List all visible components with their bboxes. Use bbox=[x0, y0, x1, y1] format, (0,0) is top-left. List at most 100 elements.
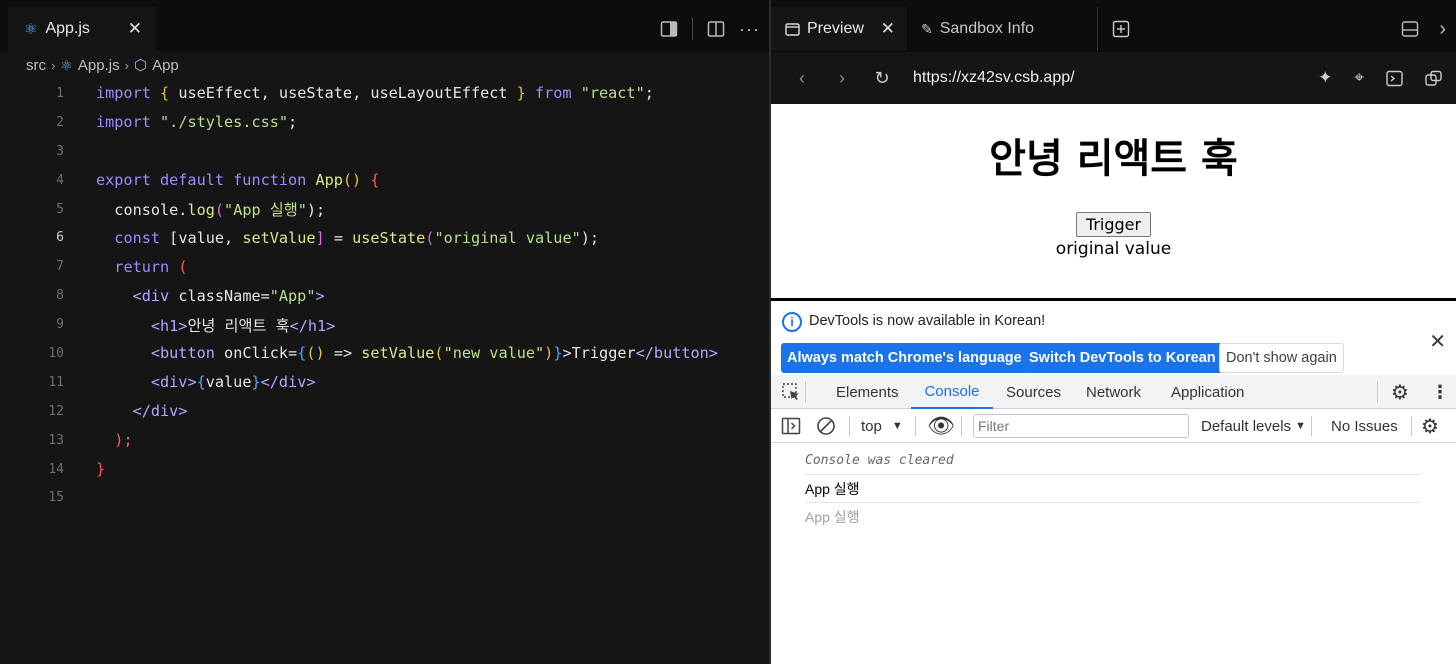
code-line: 6 const [value, setValue] = useState("or… bbox=[0, 223, 770, 252]
token: () bbox=[342, 171, 362, 190]
gear-icon[interactable]: ⚙ bbox=[1391, 375, 1409, 409]
clear-console-icon[interactable] bbox=[816, 409, 836, 443]
token: ] bbox=[315, 228, 325, 247]
console-message: Console was cleared bbox=[805, 447, 1420, 475]
token: className= bbox=[178, 286, 270, 305]
code-area[interactable]: 1 import { useEffect, useState, useLayout… bbox=[0, 79, 770, 512]
token: onClick= bbox=[224, 344, 298, 363]
breadcrumb-src[interactable]: src bbox=[26, 57, 46, 74]
divider bbox=[915, 416, 916, 436]
browser-window-icon bbox=[785, 22, 800, 36]
levels-dropdown[interactable]: Default levels ▼ bbox=[1201, 409, 1306, 443]
close-icon[interactable]: ✕ bbox=[881, 19, 895, 39]
react-icon: ⚛ bbox=[24, 21, 38, 38]
code-editor: ⚛ App.js ✕ ··· src › ⚛ App.js › ⬡ App 1 i… bbox=[0, 0, 770, 664]
token: } bbox=[96, 460, 106, 479]
close-icon[interactable]: ✕ bbox=[1429, 329, 1446, 354]
token: export default function bbox=[96, 171, 307, 190]
filter-input[interactable]: Filter bbox=[973, 414, 1189, 438]
token: console. bbox=[114, 201, 188, 219]
split-editor-icon[interactable] bbox=[707, 20, 725, 38]
trigger-button[interactable]: Trigger bbox=[1075, 212, 1152, 237]
dont-show-button[interactable]: Don't show again bbox=[1219, 343, 1344, 373]
tab-app-js[interactable]: ⚛ App.js ✕ bbox=[8, 7, 156, 51]
line-number: 7 bbox=[56, 259, 64, 275]
token: "original value" bbox=[434, 228, 581, 247]
sparkle-icon[interactable]: ✦ bbox=[1318, 68, 1332, 88]
page-title: 안녕 리액트 훅 bbox=[989, 136, 1238, 182]
token: "react" bbox=[580, 84, 645, 103]
divider bbox=[1377, 381, 1378, 403]
token: "new value" bbox=[443, 344, 545, 363]
divider bbox=[849, 416, 850, 436]
token: <button bbox=[150, 344, 215, 363]
switch-korean-button[interactable]: Switch DevTools to Korean bbox=[1023, 343, 1222, 373]
devtools-panel: i DevTools is now available in Korean! ✕… bbox=[771, 298, 1456, 664]
token: [value, bbox=[169, 228, 234, 247]
token: useEffect, useState, useLayoutEffect bbox=[178, 84, 508, 103]
tab-application[interactable]: Application bbox=[1171, 375, 1244, 409]
close-icon[interactable]: ✕ bbox=[128, 19, 142, 39]
divider bbox=[961, 416, 962, 436]
refresh-icon[interactable]: ↻ bbox=[873, 68, 891, 89]
editor-actions: ··· bbox=[660, 7, 760, 51]
token: ( bbox=[434, 344, 444, 363]
devtools-tabs: Elements Console Sources Network Applica… bbox=[771, 375, 1456, 409]
token: App bbox=[315, 171, 343, 190]
tab-elements[interactable]: Elements bbox=[836, 375, 899, 409]
layout-icon[interactable] bbox=[1401, 20, 1419, 38]
gear-icon[interactable]: ⚙ bbox=[1421, 409, 1439, 443]
line-number: 15 bbox=[48, 490, 64, 506]
eye-icon[interactable]: 👁 bbox=[927, 409, 955, 443]
line-number: 13 bbox=[48, 432, 64, 448]
sidebar-toggle-icon[interactable] bbox=[781, 409, 801, 443]
pencil-icon: ✎ bbox=[921, 20, 933, 37]
line-number: 10 bbox=[48, 345, 64, 361]
token: <div> bbox=[150, 373, 197, 392]
language-notice: i DevTools is now available in Korean! ✕… bbox=[771, 301, 1456, 375]
breadcrumb-symbol[interactable]: App bbox=[152, 57, 179, 74]
token: </div> bbox=[260, 373, 316, 392]
dropdown-icon: ▼ bbox=[891, 420, 903, 432]
console-message: App 실행 bbox=[805, 475, 1420, 503]
token: ); bbox=[306, 201, 326, 219]
breadcrumb: src › ⚛ App.js › ⬡ App bbox=[0, 51, 770, 79]
tab-console[interactable]: Console bbox=[911, 375, 993, 409]
breadcrumb-file[interactable]: App.js bbox=[78, 57, 120, 74]
code-line: 10 <button onClick={() => setValue("new … bbox=[0, 339, 770, 368]
forward-icon[interactable]: › bbox=[833, 68, 851, 89]
url-tools: ✦ ⌖ bbox=[1318, 52, 1442, 104]
token: useState bbox=[352, 228, 426, 247]
chevron-right-icon[interactable]: › bbox=[1439, 18, 1446, 41]
context-label: top bbox=[861, 417, 882, 435]
preview-toggle-icon[interactable] bbox=[660, 20, 678, 38]
context-select[interactable]: top ▼ bbox=[861, 409, 903, 443]
token: => bbox=[333, 344, 353, 363]
tab-network[interactable]: Network bbox=[1086, 375, 1141, 409]
inspect-icon[interactable] bbox=[781, 375, 801, 409]
more-vertical-icon[interactable]: ⋮ bbox=[1431, 375, 1449, 409]
token: <h1> bbox=[150, 316, 188, 335]
tab-sandbox-info[interactable]: ✎ Sandbox Info bbox=[921, 7, 1034, 51]
token: import bbox=[96, 84, 151, 103]
chevron-right-icon: › bbox=[124, 57, 129, 73]
open-new-window-icon[interactable] bbox=[1425, 70, 1442, 87]
terminal-icon[interactable] bbox=[1386, 70, 1403, 87]
token: = bbox=[333, 228, 343, 247]
back-icon[interactable]: ‹ bbox=[793, 68, 811, 89]
tab-label: App.js bbox=[45, 20, 90, 37]
url-field[interactable]: https://xz42sv.csb.app/ bbox=[913, 69, 1075, 87]
issues-button[interactable]: No Issues bbox=[1331, 409, 1398, 443]
info-icon: i bbox=[782, 312, 802, 332]
more-icon[interactable]: ··· bbox=[739, 19, 760, 40]
app-preview: 안녕 리액트 훅 Trigger original value bbox=[771, 104, 1456, 300]
tab-preview[interactable]: Preview ✕ bbox=[771, 7, 907, 51]
always-match-button[interactable]: Always match Chrome's language bbox=[781, 343, 1028, 373]
tab-sources[interactable]: Sources bbox=[1006, 375, 1061, 409]
code-line: 2 import "./styles.css"; bbox=[0, 108, 770, 137]
preview-pane: Preview ✕ ✎ Sandbox Info › ‹ › ↻ https:/… bbox=[771, 0, 1456, 664]
crosshair-icon[interactable]: ⌖ bbox=[1354, 68, 1364, 88]
token: 안녕 리액트 훅 bbox=[187, 316, 290, 335]
url-bar: ‹ › ↻ https://xz42sv.csb.app/ ✦ ⌖ bbox=[771, 52, 1456, 104]
new-tab-button[interactable] bbox=[1097, 7, 1157, 51]
